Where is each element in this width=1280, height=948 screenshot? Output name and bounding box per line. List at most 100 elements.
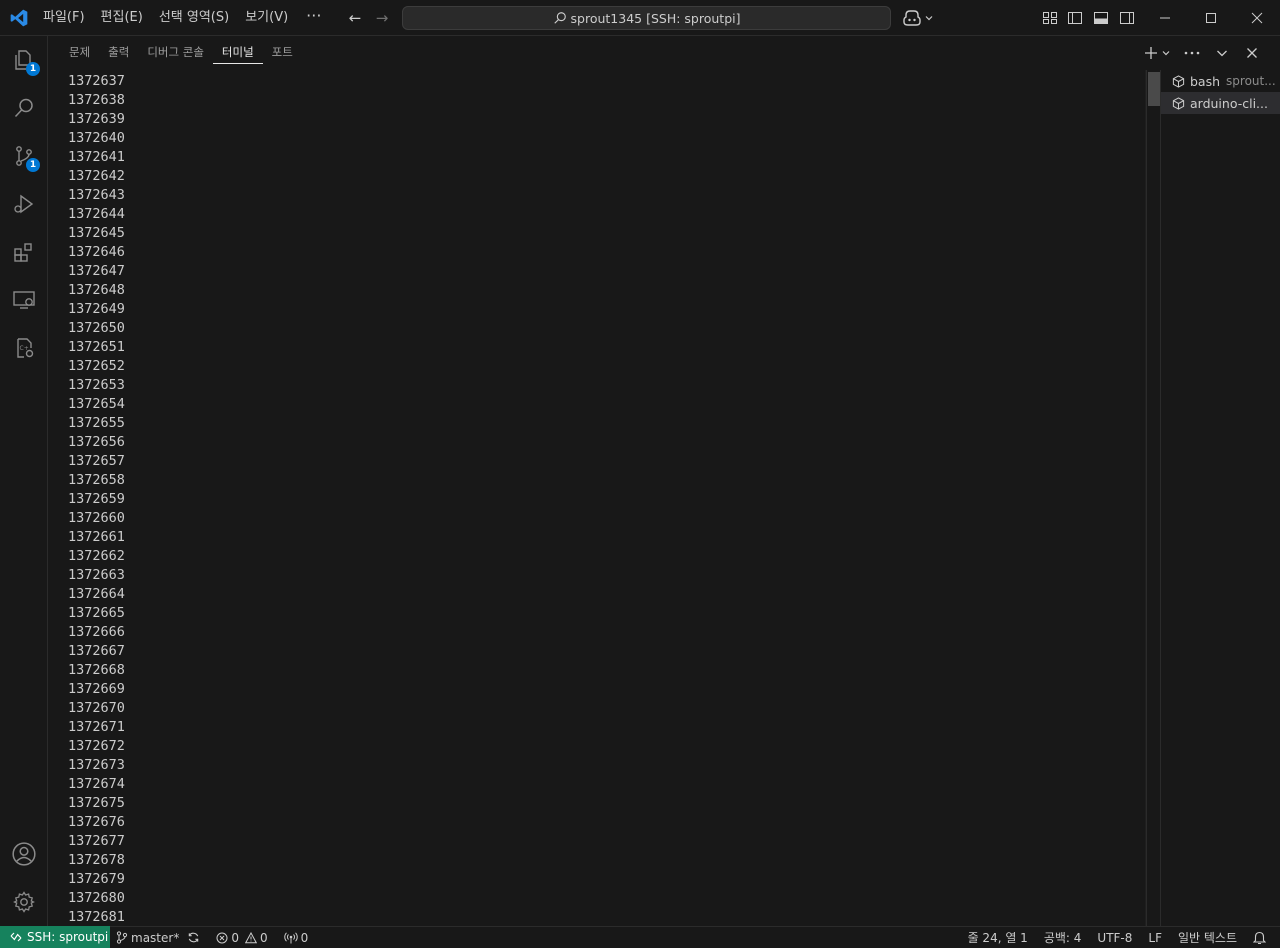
run-debug-icon: [14, 194, 34, 214]
warning-icon: [244, 931, 257, 943]
tab-terminal[interactable]: 터미널: [212, 36, 263, 64]
terminal-line: 1372650: [68, 320, 125, 336]
customize-layout-icon[interactable]: [1042, 10, 1058, 26]
source-control-badge: 1: [26, 158, 40, 172]
terminal-line: 1372680: [68, 890, 125, 906]
maximize-button[interactable]: [1188, 0, 1234, 36]
activity-bar: 1 1 C+: [0, 36, 48, 926]
scrollbar-thumb[interactable]: [1148, 72, 1160, 106]
menu-file[interactable]: 파일(F): [35, 5, 93, 31]
toggle-primary-sidebar-icon[interactable]: [1067, 10, 1083, 26]
plus-icon: [1144, 47, 1157, 59]
terminal-line: 1372648: [68, 282, 125, 298]
minimize-icon: [1160, 17, 1170, 19]
terminal-line: 1372649: [68, 301, 125, 317]
collapse-panel-icon[interactable]: [1212, 44, 1232, 62]
back-arrow-icon[interactable]: ←: [345, 8, 365, 28]
branch-name: master*: [131, 930, 180, 945]
gear-icon: [13, 891, 35, 913]
terminal-line: 1372646: [68, 244, 125, 260]
remote-indicator[interactable]: SSH: sproutpi: [0, 926, 110, 948]
copilot-button[interactable]: [902, 8, 936, 28]
bell-icon[interactable]: [1253, 931, 1266, 945]
terminal-line: 1372656: [68, 434, 125, 450]
terminal-line: 1372673: [68, 757, 125, 773]
menu-more-icon[interactable]: ···: [296, 5, 331, 31]
error-count: 0: [231, 930, 239, 945]
activity-remote-explorer[interactable]: [0, 276, 48, 324]
terminal-line: 1372639: [68, 111, 125, 127]
activity-accounts[interactable]: [0, 830, 48, 878]
close-icon: [1251, 12, 1263, 24]
remote-label: SSH: sproutpi: [27, 930, 109, 944]
terminal-line: 1372644: [68, 206, 125, 222]
menu-edit[interactable]: 편집(E): [93, 5, 151, 31]
terminal-line: 1372665: [68, 605, 125, 621]
new-terminal-button[interactable]: [1142, 44, 1172, 62]
terminal-cube-icon: [1172, 96, 1185, 110]
menu-selection[interactable]: 선택 영역(S): [151, 5, 237, 31]
terminal-line: 1372666: [68, 624, 125, 640]
tab-output[interactable]: 출력: [99, 36, 138, 70]
account-icon: [12, 842, 36, 866]
terminal-line: 1372678: [68, 852, 125, 868]
activity-run-debug[interactable]: [0, 180, 48, 228]
close-panel-icon[interactable]: [1242, 44, 1262, 62]
tab-problems[interactable]: 문제: [60, 36, 99, 70]
tab-ports[interactable]: 포트: [263, 36, 302, 70]
terminal-line: 1372640: [68, 130, 125, 146]
ports-count: 0: [300, 930, 309, 945]
activity-arduino[interactable]: C+: [0, 324, 48, 372]
menu-bar: 파일(F) 편집(E) 선택 영역(S) 보기(V) ···: [35, 0, 331, 36]
terminal-cube-icon: [1172, 74, 1185, 88]
activity-manage[interactable]: [0, 878, 48, 926]
terminal-line: 1372676: [68, 814, 125, 830]
terminal-list-item-arduino-cli[interactable]: arduino-cli...: [1161, 92, 1280, 114]
terminal-line: 1372674: [68, 776, 125, 792]
terminal-description: sprout...: [1226, 74, 1276, 88]
branch-indicator[interactable]: master*: [116, 931, 200, 945]
menu-view[interactable]: 보기(V): [237, 5, 296, 31]
ports-indicator[interactable]: 0: [283, 930, 309, 945]
terminal-output[interactable]: 1372637 1372638 1372639 1372640 1372641 13726…: [48, 70, 1145, 926]
terminal-list-item-bash[interactable]: bash sprout...: [1161, 70, 1280, 92]
activity-extensions[interactable]: [0, 228, 48, 276]
cursor-position[interactable]: 줄 24, 열 1: [968, 929, 1028, 946]
terminal-line: 1372671: [68, 719, 125, 735]
indentation[interactable]: 공백: 4: [1044, 929, 1082, 946]
end-of-line[interactable]: LF: [1148, 931, 1162, 945]
terminal-line: 1372669: [68, 681, 125, 697]
sync-icon[interactable]: [187, 931, 200, 944]
toggle-panel-icon[interactable]: [1093, 10, 1109, 26]
terminal-line: 1372647: [68, 263, 125, 279]
minimize-button[interactable]: [1142, 0, 1188, 36]
terminal-line: 1372637: [68, 73, 125, 89]
terminal-line: 1372655: [68, 415, 125, 431]
activity-source-control[interactable]: 1: [0, 132, 48, 180]
terminal-line: 1372659: [68, 491, 125, 507]
terminal-line: 1372679: [68, 871, 125, 887]
problems-indicator[interactable]: 0 0: [216, 930, 268, 945]
encoding[interactable]: UTF-8: [1097, 931, 1132, 945]
terminal-line: 1372654: [68, 396, 125, 412]
forward-arrow-icon[interactable]: →: [372, 8, 392, 28]
language-mode[interactable]: 일반 텍스트: [1178, 929, 1237, 946]
terminal-line: 1372668: [68, 662, 125, 678]
activity-search[interactable]: [0, 84, 48, 132]
terminal-line: 1372672: [68, 738, 125, 754]
terminal-name: bash: [1190, 73, 1221, 89]
toggle-secondary-sidebar-icon[interactable]: [1119, 10, 1135, 26]
title-bar: 파일(F) 편집(E) 선택 영역(S) 보기(V) ··· ← → sprou…: [0, 0, 1280, 36]
close-window-button[interactable]: [1234, 0, 1280, 36]
more-actions-icon[interactable]: [1182, 44, 1202, 62]
command-center[interactable]: sprout1345 [SSH: sproutpi]: [402, 6, 891, 30]
terminal-lines: 1372637 1372638 1372639 1372640 1372641 13726…: [68, 72, 125, 926]
status-bar: SSH: sproutpi master* 0 0 0 줄 24, 열 1 공백…: [0, 926, 1280, 948]
panel-header: 문제 출력 디버그 콘솔 터미널 포트: [48, 36, 1280, 70]
terminal-scrollbar[interactable]: [1146, 70, 1160, 926]
chevron-down-icon: [925, 16, 933, 21]
terminal-line: 1372651: [68, 339, 125, 355]
activity-explorer[interactable]: 1: [0, 36, 48, 84]
tab-debug-console[interactable]: 디버그 콘솔: [138, 36, 213, 70]
terminal-line: 1372660: [68, 510, 125, 526]
